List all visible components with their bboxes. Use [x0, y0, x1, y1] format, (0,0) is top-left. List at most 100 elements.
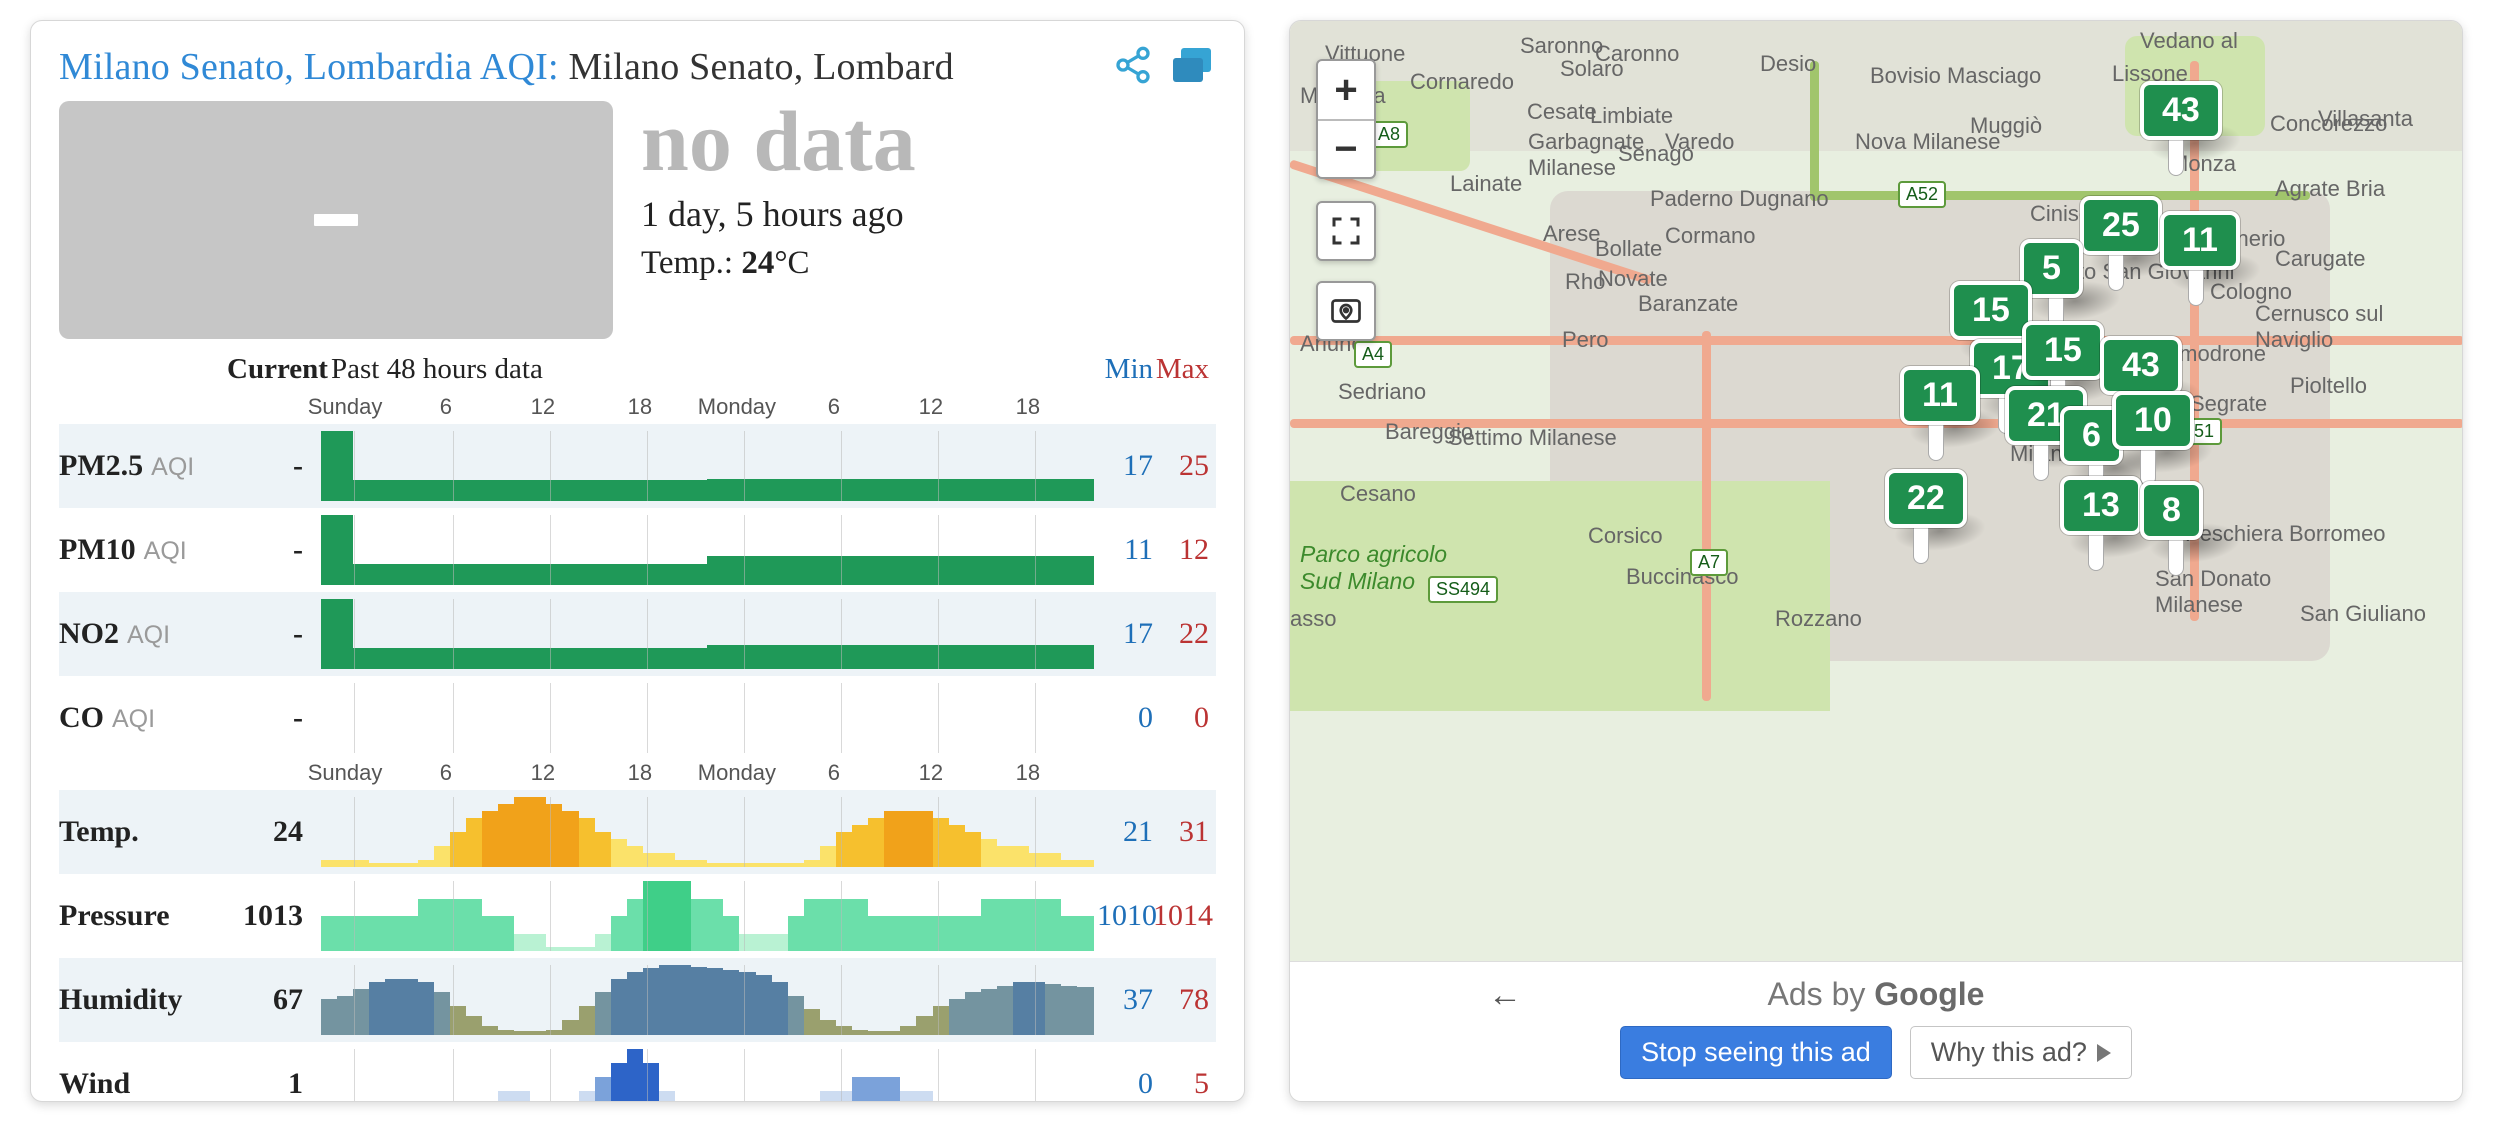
city-label: Baranzate: [1638, 291, 1738, 317]
city-label: Cormano: [1665, 223, 1755, 249]
map-canvas[interactable]: Parco agricolo Sud Milano MagentaVittuon…: [1290, 21, 2462, 1101]
zoom-in-button[interactable]: +: [1318, 61, 1374, 119]
row-current: 1: [227, 1067, 321, 1101]
time-tick: 12: [531, 394, 555, 420]
sparkline: [321, 683, 1097, 753]
row-pm10: PM10AQI-1112: [59, 508, 1216, 592]
share-icon[interactable]: [1110, 43, 1156, 87]
row-max: 1014: [1153, 899, 1209, 933]
city-label: Cesate: [1527, 99, 1597, 125]
why-ad-button[interactable]: Why this ad?: [1910, 1026, 2132, 1079]
row-current: -: [227, 617, 321, 651]
row-current: -: [227, 533, 321, 567]
aqi-marker[interactable]: 10: [2112, 391, 2194, 486]
aqi-marker[interactable]: 11: [1900, 366, 1980, 461]
col-past: Past 48 hours data: [321, 353, 1097, 386]
city-label: Varedo: [1665, 129, 1734, 155]
sparkline: [321, 515, 1097, 585]
row-co: COAQI-00: [59, 676, 1216, 760]
stop-ad-button[interactable]: Stop seeing this ad: [1620, 1026, 1892, 1079]
pollutant-table: Current Past 48 hours data Min Max Sunda…: [59, 353, 1216, 1102]
row-min: 21: [1097, 815, 1153, 849]
city-label: Cornaredo: [1410, 69, 1514, 95]
city-label: Carugate: [2275, 246, 2366, 272]
row-pm25: PM2.5AQI-1725: [59, 424, 1216, 508]
time-ago: 1 day, 5 hours ago: [641, 193, 916, 235]
city-label: Muggiò: [1970, 113, 2042, 139]
city-label: Cesano: [1340, 481, 1416, 507]
row-label: COAQI: [59, 701, 227, 735]
aqi-marker[interactable]: 13: [2060, 476, 2142, 571]
row-min: 1010: [1097, 899, 1153, 933]
row-current: 1013: [227, 899, 321, 933]
sparkline: [321, 797, 1097, 867]
map-panel[interactable]: Parco agricolo Sud Milano MagentaVittuon…: [1289, 20, 2463, 1102]
row-label: NO2AQI: [59, 617, 227, 651]
aqi-panel: Milano Senato, Lombardia AQI: Milano Sen…: [30, 20, 1245, 1102]
locate-button[interactable]: [1316, 281, 1376, 341]
city-label: Pioltello: [2290, 373, 2367, 399]
row-current: -: [227, 701, 321, 735]
time-tick: 18: [628, 760, 652, 786]
row-current: 67: [227, 983, 321, 1017]
time-tick: 18: [628, 394, 652, 420]
row-label: Humidity: [59, 983, 227, 1017]
road-shield: A7: [1690, 549, 1728, 576]
road-shield: A52: [1898, 181, 1946, 208]
city-label: asso: [1290, 606, 1336, 632]
sparkline: [321, 881, 1097, 951]
row-min: 17: [1097, 449, 1153, 483]
city-label: Lainate: [1450, 171, 1522, 197]
aqi-marker[interactable]: 8: [2140, 481, 2203, 576]
location-link[interactable]: Milano Senato, Lombardia: [59, 46, 472, 88]
time-tick: 6: [828, 760, 840, 786]
row-label: Wind: [59, 1067, 227, 1101]
row-max: 31: [1153, 815, 1209, 849]
sparkline: [321, 965, 1097, 1035]
row-min: 0: [1097, 701, 1153, 735]
fullscreen-button[interactable]: [1316, 201, 1376, 261]
row-temp: Temp.24 2131: [59, 790, 1216, 874]
sparkline: [321, 599, 1097, 669]
ad-bar: ← Ads by Google Stop seeing this ad Why …: [1290, 961, 2462, 1101]
ad-back-icon[interactable]: ←: [1488, 976, 1522, 1015]
row-max: 22: [1153, 617, 1209, 651]
ads-by-label: Ads by Google: [1768, 976, 1985, 1013]
time-tick: Sunday: [308, 760, 383, 786]
time-tick: 6: [828, 394, 840, 420]
windows-icon[interactable]: [1170, 43, 1216, 87]
row-min: 37: [1097, 983, 1153, 1017]
row-max: 5: [1153, 1067, 1209, 1101]
row-current: 24: [227, 815, 321, 849]
time-tick: Sunday: [308, 394, 383, 420]
city-label: Solaro: [1560, 56, 1624, 82]
time-tick: 6: [440, 394, 452, 420]
aqi-value-box: [59, 101, 613, 339]
aqi-marker[interactable]: 25: [2080, 196, 2162, 291]
city-label: Segrate: [2190, 391, 2267, 417]
city-label: Bollate: [1595, 236, 1662, 262]
road-shield: SS494: [1428, 576, 1498, 603]
city-label: Cernusco sul Naviglio: [2255, 301, 2383, 353]
aqi-marker[interactable]: 43: [2140, 81, 2222, 176]
city-label: Vedano al: [2140, 28, 2238, 54]
row-label: Pressure: [59, 899, 227, 933]
aqi-marker[interactable]: 11: [2160, 211, 2240, 306]
row-label: PM2.5AQI: [59, 449, 227, 483]
temp-summary: Temp.: 24°C: [641, 245, 916, 282]
time-tick: Monday: [698, 760, 776, 786]
zoom-out-button[interactable]: −: [1318, 119, 1374, 177]
row-max: 78: [1153, 983, 1209, 1017]
time-tick: 18: [1016, 394, 1040, 420]
row-humidity: Humidity67 3778: [59, 958, 1216, 1042]
sparkline: [321, 1049, 1097, 1102]
row-no2: NO2AQI-1722: [59, 592, 1216, 676]
time-tick: Monday: [698, 394, 776, 420]
time-tick: 6: [440, 760, 452, 786]
city-label: Pero: [1562, 327, 1608, 353]
zoom-control[interactable]: + −: [1316, 59, 1376, 179]
row-label: Temp.: [59, 815, 227, 849]
col-max: Max: [1153, 353, 1209, 386]
aqi-marker[interactable]: 22: [1885, 469, 1967, 564]
title-line: Milano Senato, Lombardia AQI: Milano Sen…: [59, 45, 1216, 89]
